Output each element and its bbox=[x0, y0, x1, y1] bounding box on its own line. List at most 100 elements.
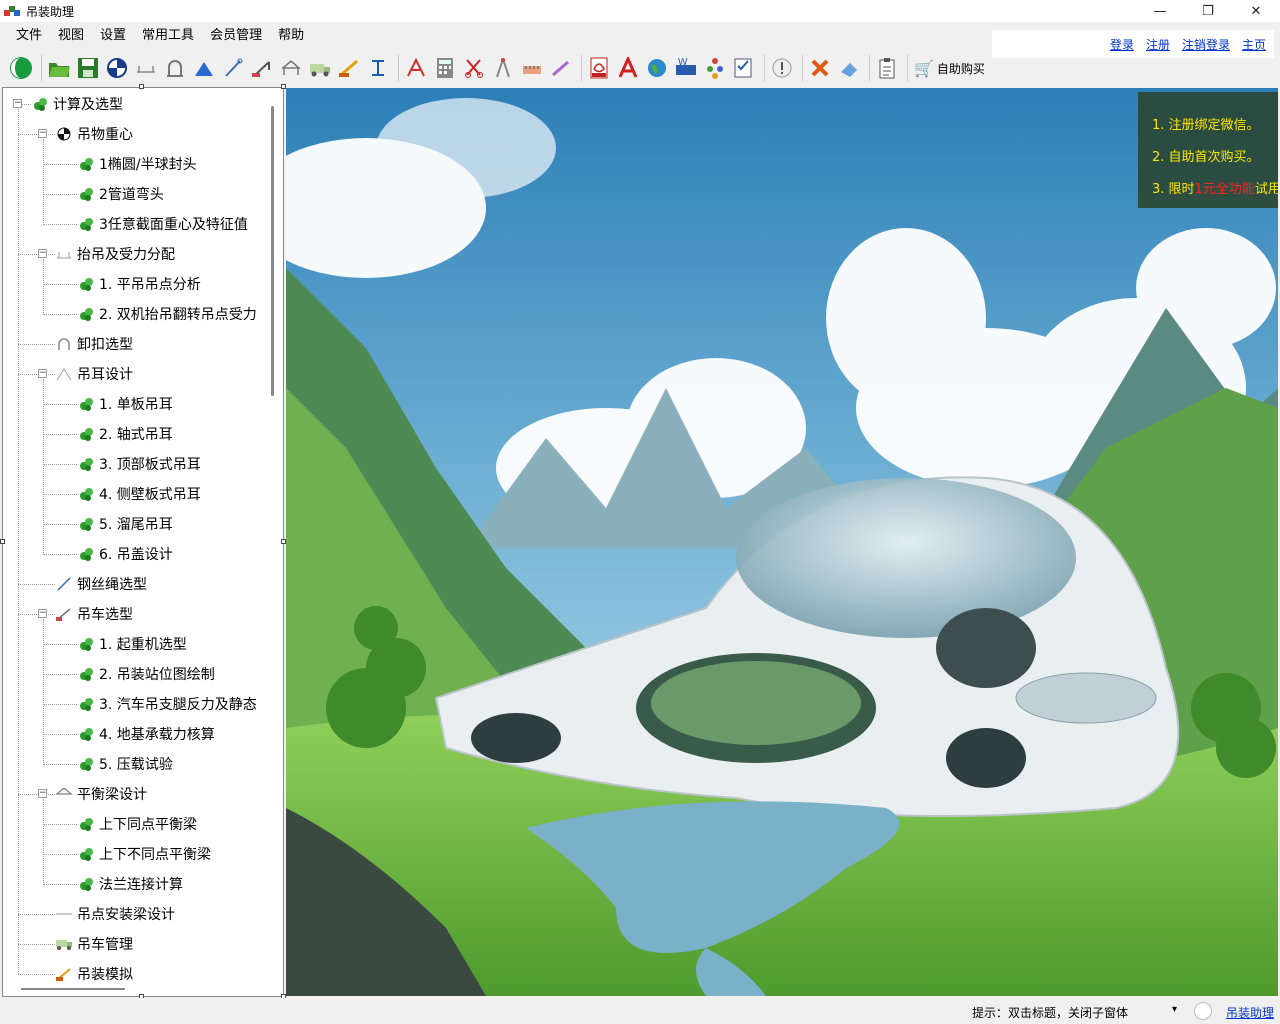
clipboard-icon[interactable] bbox=[874, 54, 900, 82]
tree-node[interactable]: 吊耳设计 bbox=[55, 359, 133, 389]
self-purchase-button[interactable]: 🛒 自助购买 bbox=[914, 59, 985, 78]
toolbar-separator bbox=[907, 55, 908, 81]
tree-node[interactable]: 3任意截面重心及特征值 bbox=[77, 209, 248, 239]
tree-node[interactable]: 1椭圆/半球封头 bbox=[77, 149, 197, 179]
tree-node[interactable]: 上下同点平衡梁 bbox=[77, 809, 197, 839]
tree-node[interactable]: 3. 汽车吊支腿反力及静态 bbox=[77, 689, 257, 719]
tree-horizontal-scrollbar[interactable] bbox=[3, 982, 267, 996]
tree-node[interactable]: 卸扣选型 bbox=[55, 329, 133, 359]
tree-collapse-toggle[interactable]: − bbox=[38, 789, 47, 798]
resize-handle[interactable] bbox=[139, 84, 144, 89]
excavator-icon bbox=[55, 965, 73, 983]
tree-node[interactable]: 4. 侧壁板式吊耳 bbox=[77, 479, 201, 509]
line-icon bbox=[55, 905, 73, 923]
menu-settings[interactable]: 设置 bbox=[92, 24, 134, 48]
balance-beam-icon[interactable] bbox=[278, 54, 304, 82]
beam-icon[interactable] bbox=[133, 54, 159, 82]
login-link[interactable]: 登录 bbox=[1110, 36, 1134, 53]
drawing-tool-icon[interactable] bbox=[403, 54, 429, 82]
tree-node[interactable]: 法兰连接计算 bbox=[77, 869, 183, 899]
tree-collapse-toggle[interactable]: − bbox=[38, 609, 47, 618]
menu-tools[interactable]: 常用工具 bbox=[134, 24, 202, 48]
tree-node[interactable]: 1. 起重机选型 bbox=[77, 629, 187, 659]
tree-node[interactable]: 上下不同点平衡梁 bbox=[77, 839, 211, 869]
shackle-icon[interactable] bbox=[162, 54, 188, 82]
pdf-icon[interactable] bbox=[586, 54, 612, 82]
tree-node[interactable]: 6. 吊盖设计 bbox=[77, 539, 173, 569]
tree-node-label: 法兰连接计算 bbox=[99, 877, 183, 893]
tree-node[interactable]: 5. 压载试验 bbox=[77, 749, 173, 779]
tree-node[interactable]: 2. 吊装站位图绘制 bbox=[77, 659, 215, 689]
menu-view[interactable]: 视图 bbox=[50, 24, 92, 48]
app-home-link[interactable]: 吊装助理 bbox=[1226, 1004, 1274, 1021]
tree-icon[interactable] bbox=[702, 54, 728, 82]
tree-node[interactable]: 1. 平吊吊点分析 bbox=[77, 269, 201, 299]
tree-node[interactable]: 5. 溜尾吊耳 bbox=[77, 509, 173, 539]
tree-collapse-toggle[interactable]: − bbox=[38, 129, 47, 138]
tree-node[interactable]: 吊物重心 bbox=[55, 119, 133, 149]
checklist-icon[interactable] bbox=[731, 54, 757, 82]
word-icon[interactable]: W bbox=[673, 54, 699, 82]
tree-node-label: 3. 顶部板式吊耳 bbox=[99, 457, 201, 473]
measure-icon[interactable] bbox=[519, 54, 545, 82]
tree-node[interactable]: 吊车管理 bbox=[55, 929, 133, 959]
tree-node[interactable]: 2. 轴式吊耳 bbox=[77, 419, 173, 449]
tree-node[interactable]: 吊车选型 bbox=[55, 599, 133, 629]
close-button[interactable]: ✕ bbox=[1232, 0, 1280, 22]
tree-node[interactable]: 平衡梁设计 bbox=[55, 779, 147, 809]
text-icon[interactable] bbox=[615, 54, 641, 82]
crane-icon bbox=[55, 605, 73, 623]
calculator-icon[interactable] bbox=[432, 54, 458, 82]
save-icon[interactable] bbox=[75, 54, 101, 82]
status-dropdown-arrow-icon[interactable]: ▾ bbox=[1172, 1004, 1177, 1015]
menu-membership[interactable]: 会员管理 bbox=[202, 24, 270, 48]
tree-collapse-toggle[interactable]: − bbox=[38, 249, 47, 258]
tree-node[interactable]: 钢丝绳选型 bbox=[55, 569, 147, 599]
status-toggle[interactable] bbox=[1194, 1002, 1212, 1020]
tree-node[interactable]: 3. 顶部板式吊耳 bbox=[77, 449, 201, 479]
info-icon[interactable] bbox=[769, 54, 795, 82]
cancel-icon[interactable] bbox=[807, 54, 833, 82]
globe-icon[interactable] bbox=[644, 54, 670, 82]
tree-node[interactable]: 2. 双机抬吊翻转吊点受力 bbox=[77, 299, 257, 329]
crane-icon[interactable] bbox=[249, 54, 275, 82]
tree-node[interactable]: 吊装模拟 bbox=[55, 959, 133, 983]
tree-node[interactable]: 4. 地基承载力核算 bbox=[77, 719, 215, 749]
rope-icon bbox=[55, 575, 73, 593]
cart-icon: 🛒 bbox=[914, 58, 934, 78]
tree-collapse-toggle[interactable]: − bbox=[13, 99, 22, 108]
navigation-tree-panel[interactable]: 计算及选型 − 吊物重心 − 1椭圆/半球封头 2管道弯头 3任意截面重心及特征值 抬吊及受力… bbox=[2, 87, 284, 997]
tree-node-label: 4. 侧壁板式吊耳 bbox=[99, 487, 201, 503]
tree-node[interactable]: 计算及选型 bbox=[31, 89, 123, 119]
homepage-link[interactable]: 主页 bbox=[1242, 36, 1266, 53]
wire-rope-icon[interactable] bbox=[220, 54, 246, 82]
center-of-gravity-icon[interactable] bbox=[104, 54, 130, 82]
excavator-icon[interactable] bbox=[336, 54, 362, 82]
tree-collapse-toggle[interactable]: − bbox=[38, 369, 47, 378]
compass-icon[interactable] bbox=[490, 54, 516, 82]
status-hint: 提示：双击标题，关闭子窗体 bbox=[972, 1006, 1129, 1020]
pen-icon[interactable] bbox=[548, 54, 574, 82]
minimize-button[interactable]: — bbox=[1136, 0, 1184, 22]
eraser-icon[interactable] bbox=[836, 54, 862, 82]
register-link[interactable]: 注册 bbox=[1146, 36, 1170, 53]
scissors-icon[interactable] bbox=[461, 54, 487, 82]
tree-node[interactable]: 2管道弯头 bbox=[77, 179, 164, 209]
logout-link[interactable]: 注销登录 bbox=[1182, 36, 1230, 53]
maximize-button[interactable]: ❐ bbox=[1184, 0, 1232, 22]
truck-icon bbox=[55, 935, 73, 953]
lug-icon[interactable] bbox=[191, 54, 217, 82]
beam-icon bbox=[55, 245, 73, 263]
open-folder-icon[interactable] bbox=[46, 54, 72, 82]
menu-file[interactable]: 文件 bbox=[8, 24, 50, 48]
tree-node-label: 上下不同点平衡梁 bbox=[99, 847, 211, 863]
menu-help[interactable]: 帮助 bbox=[270, 24, 312, 48]
toggle-icon[interactable] bbox=[8, 54, 34, 82]
tree-vertical-scrollbar[interactable] bbox=[266, 88, 281, 983]
i-beam-icon[interactable] bbox=[365, 54, 391, 82]
resize-handle[interactable] bbox=[0, 539, 5, 544]
truck-icon[interactable] bbox=[307, 54, 333, 82]
tree-node[interactable]: 吊点安装梁设计 bbox=[55, 899, 175, 929]
tree-node[interactable]: 抬吊及受力分配 bbox=[55, 239, 175, 269]
tree-node[interactable]: 1. 单板吊耳 bbox=[77, 389, 173, 419]
